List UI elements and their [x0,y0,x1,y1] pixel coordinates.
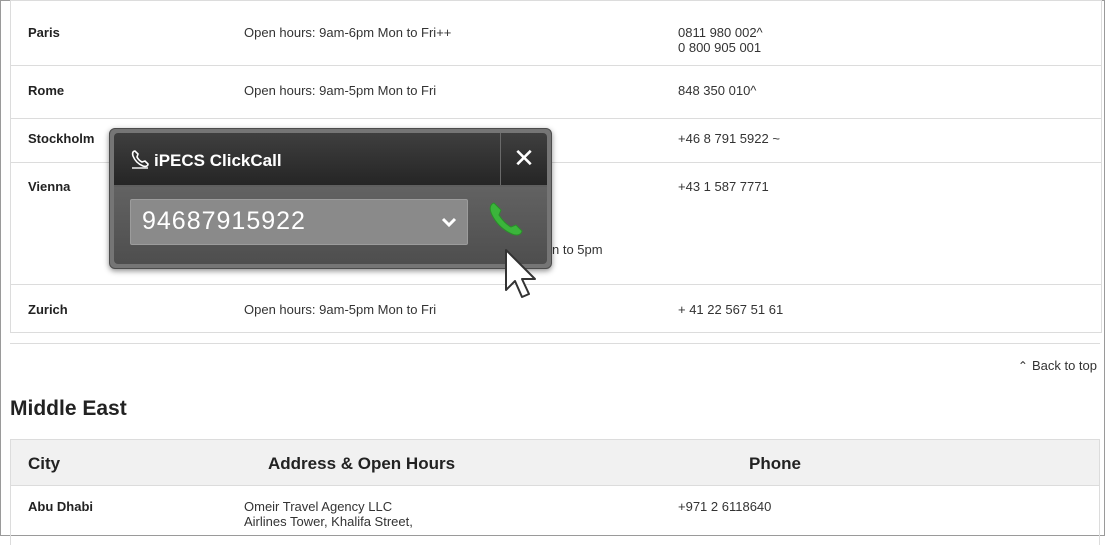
address-cell: Open hours: 9am-5pm Mon to Fri [244,302,436,317]
address-line: Open hours: 9am-5pm Mon to Fri [244,302,437,317]
address-line: Open hours: 9am-6pm Mon to Fri++ [244,25,452,40]
column-header-address: Address & Open Hours [268,454,456,473]
phone-number[interactable]: + 41 22 567 51 61 [678,302,783,317]
clickcall-popup: iPECS ClickCall ✕ 94687915922 [109,128,552,269]
city-cell: Vienna [28,179,71,194]
phone-number[interactable]: +46 8 791 5922 ~ [678,131,780,146]
section-divider [10,343,1100,344]
city-cell: Paris [28,25,60,40]
table-row: Rome Open hours: 9am-5pm Mon to Fri 848 … [11,66,1101,119]
popup-body: 94687915922 [114,187,547,264]
number-value: 94687915922 [142,207,306,235]
address-cell: Open hours: 9am-5pm Mon to Fri [244,83,436,98]
city-cell: Rome [28,83,65,98]
popup-title-text: iPECS ClickCall [154,151,282,170]
mouse-cursor-icon [505,249,536,298]
phone-cell[interactable]: + 41 22 567 51 61 [678,302,783,317]
close-button[interactable]: ✕ [500,133,547,185]
phone-call-icon [489,202,523,236]
city-cell: Stockholm [28,131,95,146]
table-header: City Address & Open Hours Phone [10,439,1100,486]
city-cell: Abu Dhabi [28,499,93,514]
phone-cell[interactable]: +971 2 6118640 [678,499,771,514]
address-fragment: n to 5pm [552,242,603,257]
close-icon: ✕ [513,143,535,173]
caret-up-icon: ⌃ [1017,359,1028,373]
phone-cell[interactable]: +46 8 791 5922 ~ [678,131,780,146]
phone-number[interactable]: 0 800 905 001 [678,40,763,55]
phone-number[interactable]: +43 1 587 7771 [678,179,769,194]
address-line: Omeir Travel Agency LLC [244,499,393,514]
popup-header: iPECS ClickCall ✕ [114,133,547,187]
phone-number[interactable]: +971 2 6118640 [678,499,771,514]
back-to-top-label: Back to top [1031,358,1097,373]
phone-number[interactable]: 0811 980 002^ [678,25,763,40]
address-line: Open hours: 9am-5pm Mon to Fri [244,83,437,98]
chevron-down-icon [441,217,457,228]
phone-cell[interactable]: +43 1 587 7771 [678,179,769,194]
call-button[interactable] [484,197,528,241]
table-row: Paris Open hours: 9am-6pm Mon to Fri++ 0… [11,0,1101,66]
table-row: Abu Dhabi Omeir Travel Agency LLC Airlin… [10,485,1100,545]
back-to-top-link[interactable]: ⌃ Back to top [1018,358,1097,373]
phone-icon [131,150,149,169]
address-line: Airlines Tower, Khalifa Street, [244,514,413,529]
number-select[interactable]: 94687915922 [130,199,468,245]
phone-cell[interactable]: 848 350 010^ [678,83,756,98]
column-header-city: City [28,454,61,473]
address-cell: Omeir Travel Agency LLC Airlines Tower, … [244,499,413,529]
address-cell: Open hours: 9am-6pm Mon to Fri++ [244,25,451,40]
phone-number[interactable]: 848 350 010^ [678,83,756,98]
column-header-phone: Phone [749,454,801,473]
table-row: Zurich Open hours: 9am-5pm Mon to Fri + … [11,285,1101,333]
city-cell: Zurich [28,302,68,317]
phone-cell[interactable]: 0811 980 002^ 0 800 905 001 [678,25,763,55]
section-title: Middle East [10,397,127,420]
popup-title: iPECS ClickCall [130,149,282,171]
